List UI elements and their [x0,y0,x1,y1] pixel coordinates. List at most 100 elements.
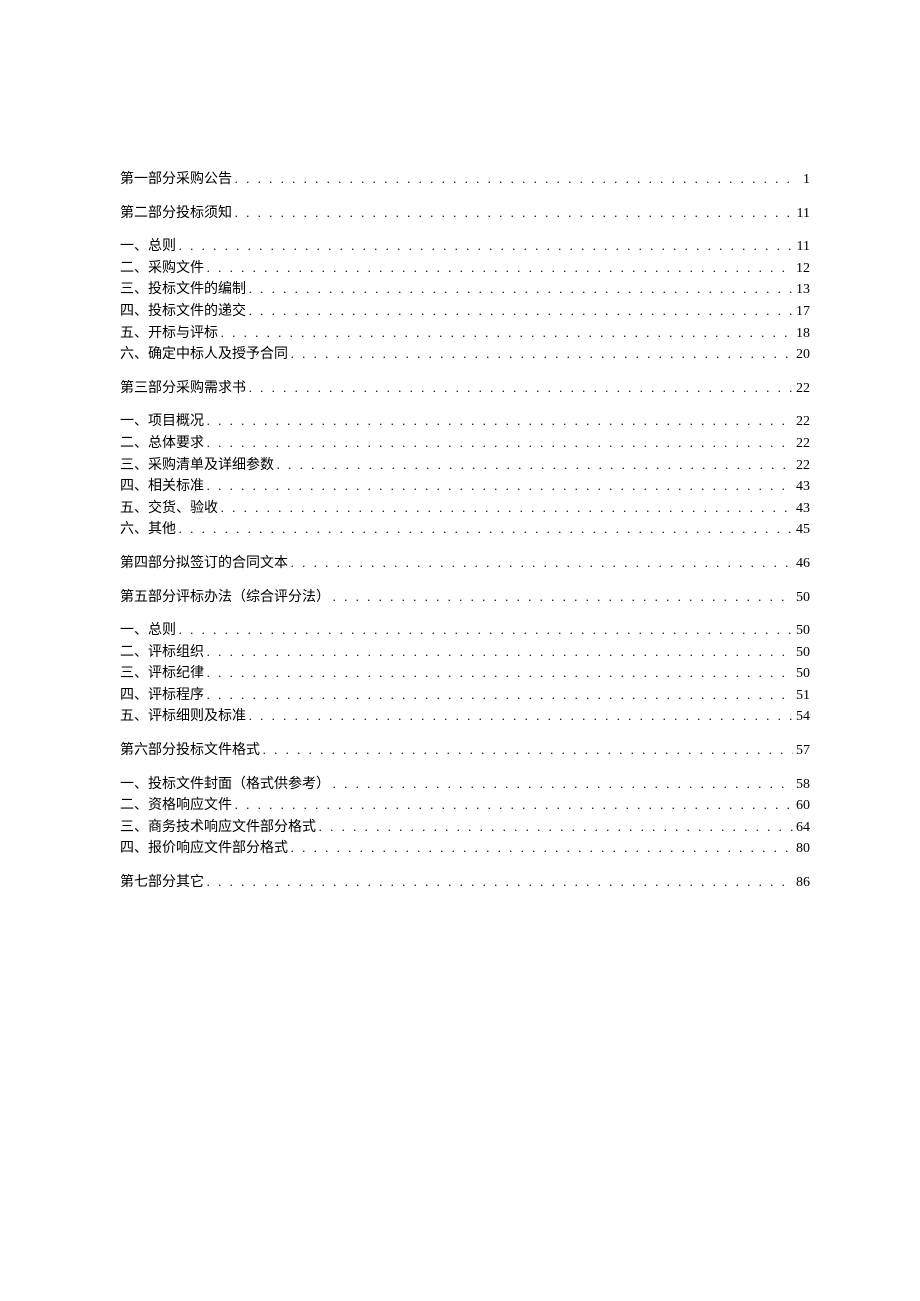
toc-entry-title: 第二部分投标须知 [120,204,232,224]
toc-leader-dots [316,818,793,836]
toc-subentry-title: 三、采购清单及详细参数 [120,456,274,476]
toc-entry-title: 第七部分其它 [120,873,204,893]
toc-subentry-title: 四、相关标准 [120,477,204,497]
toc-subentry: 二、评标组织 50 [120,643,810,663]
toc-leader-dots [246,280,793,298]
toc-leader-dots [176,237,793,255]
toc-leader-dots [176,621,793,639]
toc-entry: 第二部分投标须知 11 [120,204,810,224]
toc-leader-dots [232,204,793,222]
toc-section: 第七部分其它 86 [120,873,810,893]
toc-leader-dots [246,302,793,320]
toc-entry-page: 50 [793,588,810,608]
toc-subentry: 四、相关标准 43 [120,477,810,497]
toc-subentry: 一、总则 11 [120,237,810,257]
toc-leader-dots [246,707,793,725]
toc-subentry-page: 45 [793,520,810,540]
toc-subentry-title: 三、投标文件的编制 [120,280,246,300]
toc-subentry: 三、商务技术响应文件部分格式 64 [120,818,810,838]
toc-subentry-title: 一、项目概况 [120,412,204,432]
toc-entry-page: 1 [793,170,810,190]
toc-subentry-page: 50 [793,621,810,641]
toc-subentry-page: 12 [793,259,810,279]
toc-subentry: 二、资格响应文件 60 [120,796,810,816]
toc-subentry: 一、总则 50 [120,621,810,641]
toc-subentry-page: 80 [793,839,810,859]
toc-subentry-page: 43 [793,499,810,519]
toc-entry-page: 57 [793,741,810,761]
toc-leader-dots [218,324,793,342]
toc-subentry-title: 二、评标组织 [120,643,204,663]
toc-entry-title: 第一部分采购公告 [120,170,232,190]
toc-entry: 第五部分评标办法（综合评分法） 50 [120,588,810,608]
toc-leader-dots [288,839,793,857]
toc-subsection-group: 一、项目概况 22 二、总体要求 22 三、采购清单及详细参数 22 四、相关标… [120,412,810,540]
toc-entry: 第六部分投标文件格式 57 [120,741,810,761]
toc-subsection-group: 一、总则 11 二、采购文件 12 三、投标文件的编制 13 四、投标文件的递交… [120,237,810,365]
toc-leader-dots [288,345,793,363]
toc-section: 第一部分采购公告 1 [120,170,810,190]
toc-entry-page: 11 [793,204,810,224]
toc-subentry: 六、确定中标人及授予合同 20 [120,345,810,365]
toc-subentry-title: 三、商务技术响应文件部分格式 [120,818,316,838]
toc-subentry: 三、采购清单及详细参数 22 [120,456,810,476]
toc-entry-page: 22 [793,379,810,399]
toc-entry-page: 46 [793,554,810,574]
toc-subentry-title: 二、总体要求 [120,434,204,454]
toc-entry-title: 第三部分采购需求书 [120,379,246,399]
toc-subentry: 三、评标纪律 50 [120,664,810,684]
toc-subentry-page: 11 [793,237,810,257]
toc-leader-dots [204,686,793,704]
toc-subsection-group: 一、投标文件封面（格式供参考） 58 二、资格响应文件 60 三、商务技术响应文… [120,775,810,859]
toc-leader-dots [204,434,793,452]
toc-leader-dots [288,554,793,572]
toc-section: 第五部分评标办法（综合评分法） 50 [120,588,810,608]
toc-subentry: 五、开标与评标 18 [120,324,810,344]
toc-leader-dots [330,775,793,793]
toc-leader-dots [260,741,793,759]
toc-subentry: 一、投标文件封面（格式供参考） 58 [120,775,810,795]
toc-subentry-page: 18 [793,324,810,344]
toc-leader-dots [274,456,793,474]
toc-entry: 第一部分采购公告 1 [120,170,810,190]
toc-subentry-title: 四、评标程序 [120,686,204,706]
toc-subentry-title: 六、其他 [120,520,176,540]
toc-section: 第六部分投标文件格式 57 [120,741,810,761]
toc-entry: 第三部分采购需求书 22 [120,379,810,399]
toc-subentry-page: 13 [793,280,810,300]
toc-subentry: 六、其他 45 [120,520,810,540]
toc-subentry-title: 四、投标文件的递交 [120,302,246,322]
toc-leader-dots [204,412,793,430]
toc-subentry-page: 64 [793,818,810,838]
toc-leader-dots [176,520,793,538]
toc-entry-title: 第四部分拟签订的合同文本 [120,554,288,574]
toc-subentry-page: 20 [793,345,810,365]
toc-subentry-page: 22 [793,434,810,454]
toc-subentry-title: 二、采购文件 [120,259,204,279]
toc-subentry-page: 54 [793,707,810,727]
toc-subentry-page: 22 [793,412,810,432]
toc-subentry-page: 43 [793,477,810,497]
toc-subentry-page: 50 [793,664,810,684]
toc-subentry: 四、投标文件的递交 17 [120,302,810,322]
toc-subentry: 四、评标程序 51 [120,686,810,706]
toc-entry-title: 第五部分评标办法（综合评分法） [120,588,330,608]
toc-subentry-page: 60 [793,796,810,816]
toc-section: 第三部分采购需求书 22 [120,379,810,399]
toc-leader-dots [204,477,793,495]
toc-leader-dots [232,796,793,814]
toc-leader-dots [218,499,793,517]
toc-subentry: 二、总体要求 22 [120,434,810,454]
toc-subentry: 二、采购文件 12 [120,259,810,279]
toc-subentry: 三、投标文件的编制 13 [120,280,810,300]
toc-subentry-title: 四、报价响应文件部分格式 [120,839,288,859]
toc-section: 第二部分投标须知 11 [120,204,810,224]
toc-subentry: 五、评标细则及标准 54 [120,707,810,727]
toc-leader-dots [204,643,793,661]
toc-entry-page: 86 [793,873,810,893]
toc-subentry: 五、交货、验收 43 [120,499,810,519]
toc-entry-title: 第六部分投标文件格式 [120,741,260,761]
toc-subentry-title: 五、评标细则及标准 [120,707,246,727]
toc-leader-dots [204,259,793,277]
toc-subentry-title: 六、确定中标人及授予合同 [120,345,288,365]
